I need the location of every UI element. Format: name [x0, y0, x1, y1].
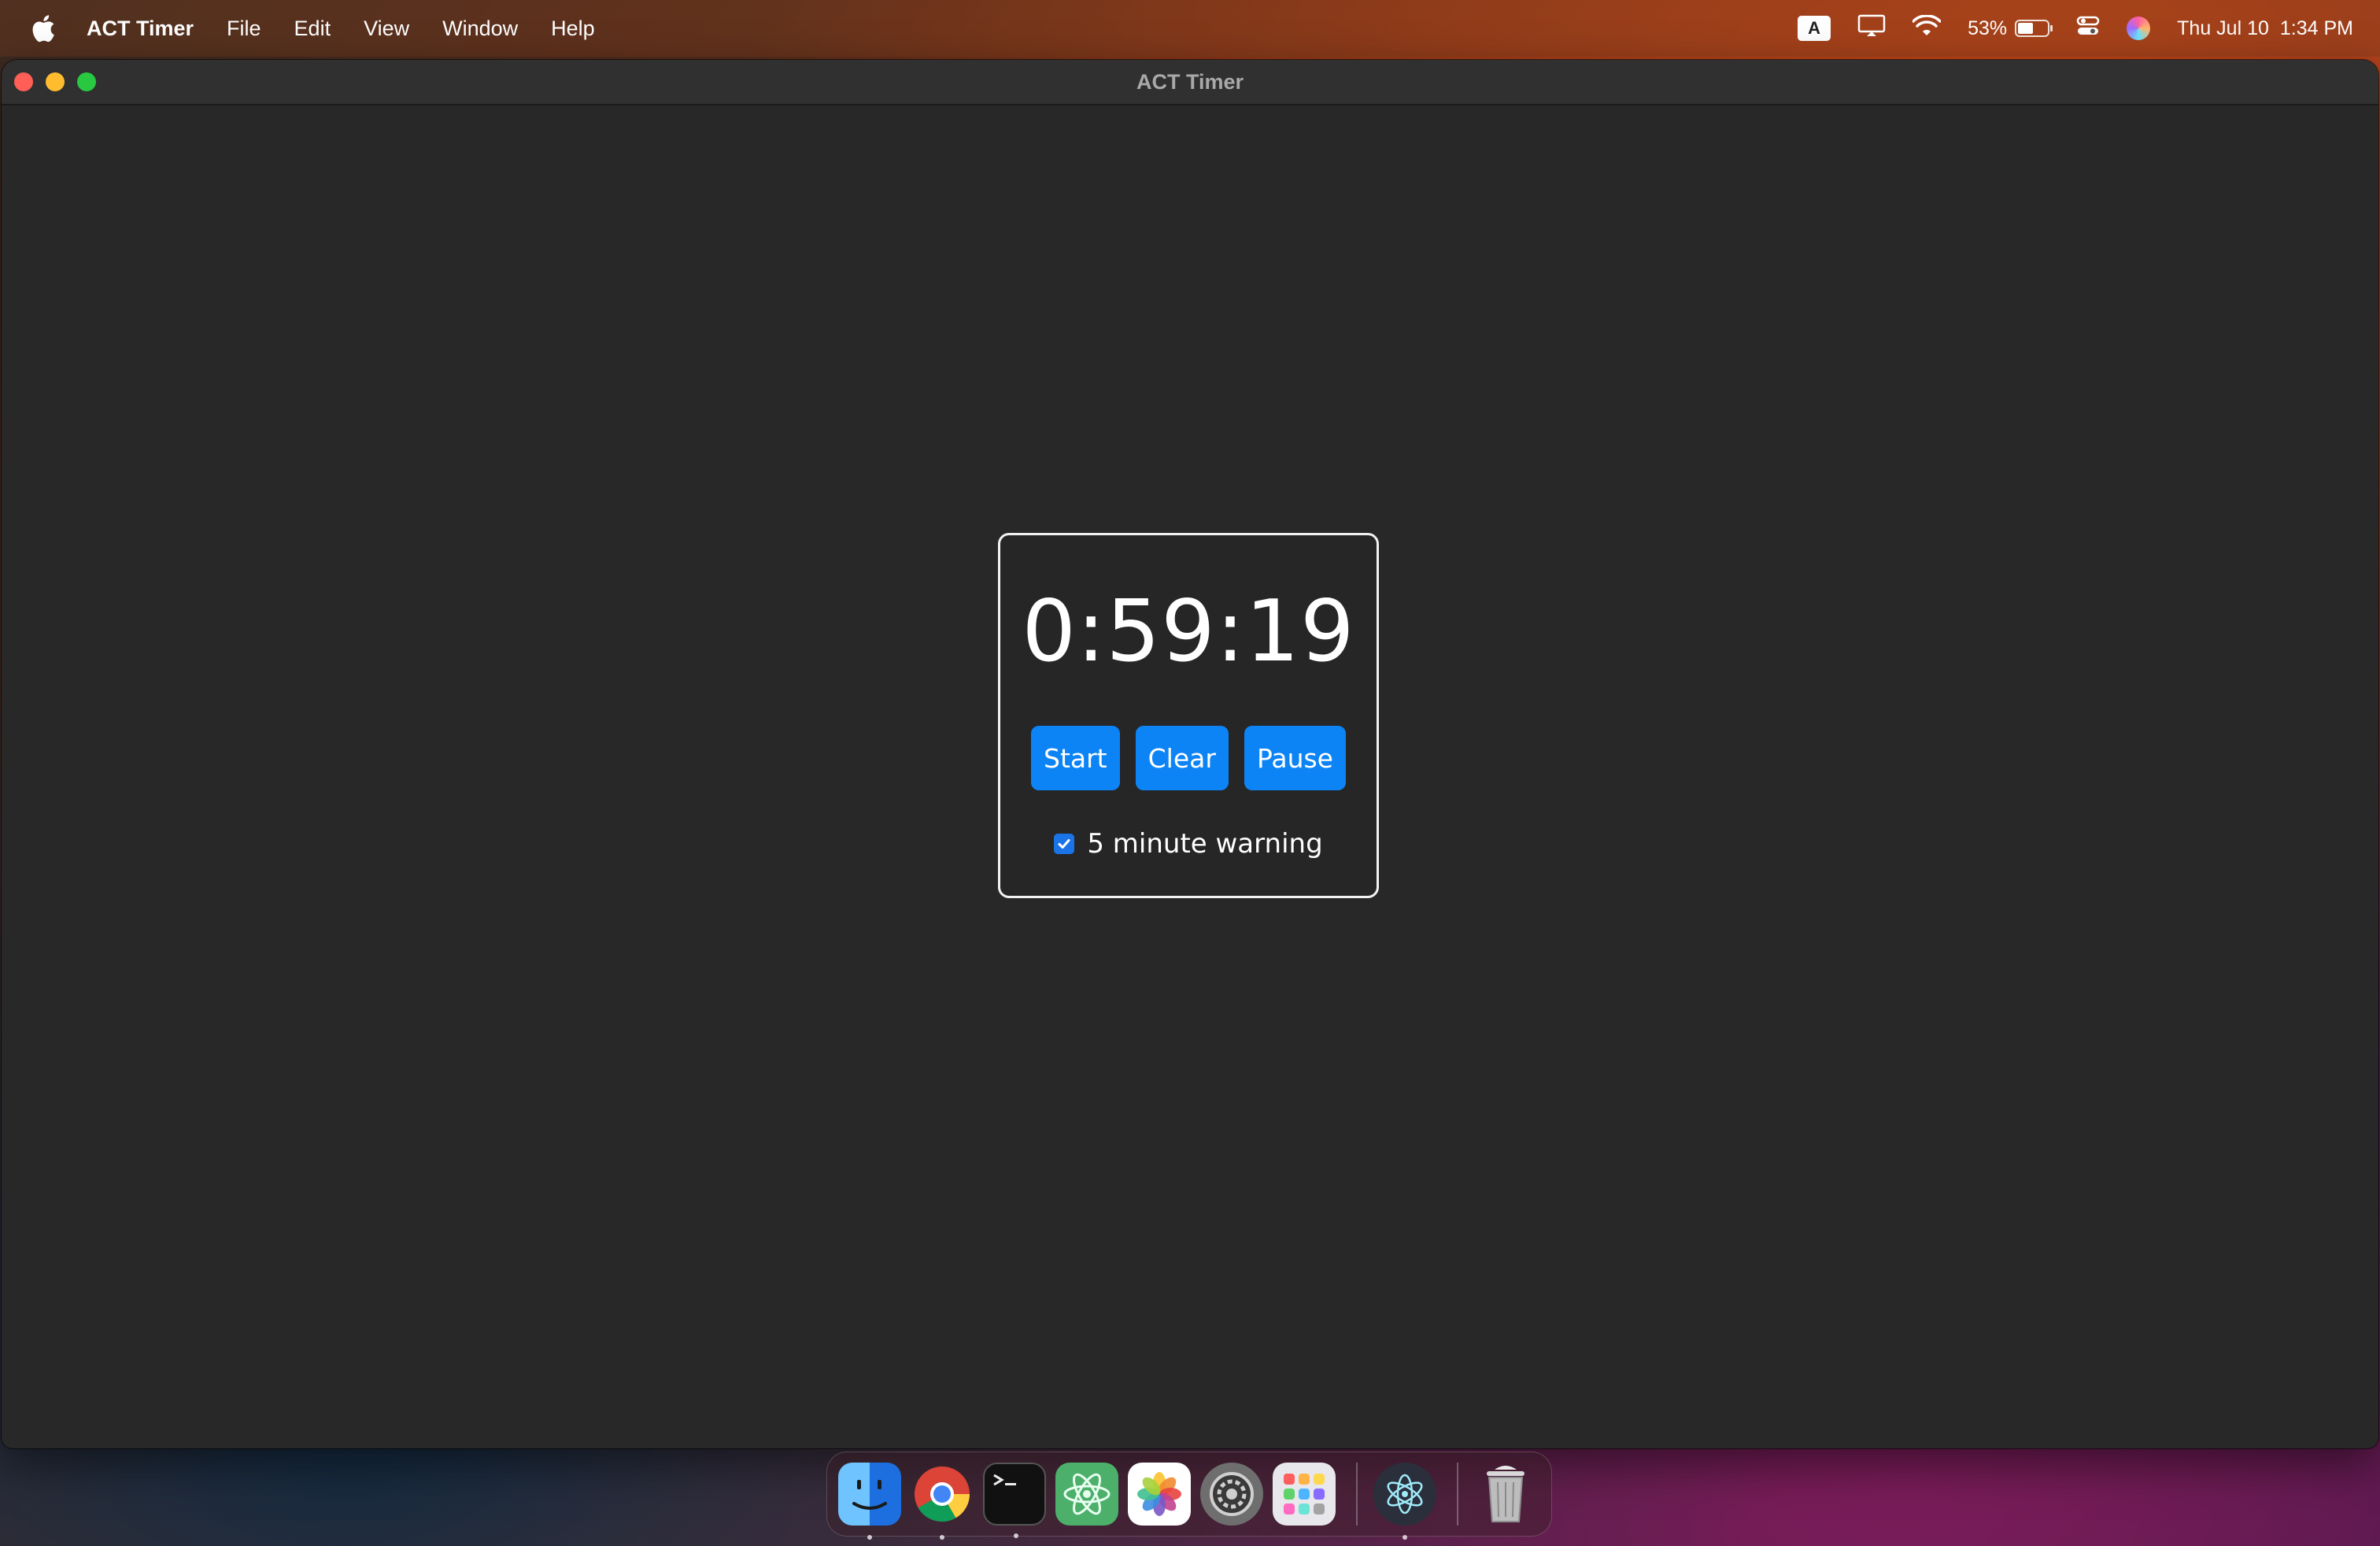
battery-fill	[2018, 23, 2034, 34]
apple-icon[interactable]	[30, 13, 57, 44]
clock-date: Thu Jul 10	[2177, 17, 2269, 39]
warning-checkbox[interactable]	[1054, 834, 1075, 854]
dock-separator	[1356, 1463, 1358, 1526]
window-controls	[14, 72, 96, 91]
system-settings-icon[interactable]	[1200, 1463, 1263, 1526]
dock	[826, 1452, 1552, 1540]
minimize-window-button[interactable]	[46, 72, 65, 91]
trash-icon[interactable]	[1474, 1463, 1537, 1526]
atom-icon[interactable]	[1055, 1463, 1118, 1526]
menu-bar-clock[interactable]: Thu Jul 10 1:34 PM	[2177, 17, 2353, 40]
timer-panel: 0:59:19 Start Clear Pause 5 minute warni…	[998, 533, 1379, 898]
control-center-icon[interactable]	[2076, 15, 2100, 43]
battery-icon	[2015, 20, 2053, 37]
battery-status[interactable]: 53%	[1968, 17, 2053, 40]
wifi-icon[interactable]	[1912, 13, 1942, 43]
start-button[interactable]: Start	[1031, 726, 1120, 790]
pause-button[interactable]: Pause	[1244, 726, 1346, 790]
menu-edit[interactable]: Edit	[294, 17, 331, 41]
photos-icon[interactable]	[1128, 1463, 1191, 1526]
timer-display: 0:59:19	[1022, 583, 1355, 681]
warning-option: 5 minute warning	[1000, 828, 1377, 860]
checkmark-icon	[1058, 839, 1070, 849]
chrome-icon[interactable]	[911, 1463, 974, 1540]
launchpad-icon[interactable]	[1273, 1463, 1336, 1526]
terminal-icon[interactable]	[983, 1463, 1046, 1538]
warning-label[interactable]: 5 minute warning	[1087, 828, 1322, 860]
input-source-indicator[interactable]: A	[1798, 16, 1831, 41]
timer-controls: Start Clear Pause	[1000, 726, 1377, 790]
running-indicator	[1014, 1533, 1018, 1538]
window-titlebar[interactable]: ACT Timer	[2, 60, 2378, 105]
running-indicator	[867, 1535, 872, 1540]
dock-separator	[1457, 1463, 1458, 1526]
electron-icon[interactable]	[1373, 1463, 1436, 1540]
menu-window[interactable]: Window	[442, 17, 518, 41]
zoom-window-button[interactable]	[77, 72, 96, 91]
menu-app-name[interactable]: ACT Timer	[87, 17, 194, 41]
window-title: ACT Timer	[1136, 69, 1244, 94]
siri-icon[interactable]	[2127, 17, 2151, 40]
finder-icon[interactable]	[838, 1463, 901, 1540]
menu-file[interactable]: File	[227, 17, 261, 41]
clock-time: 1:34 PM	[2279, 17, 2353, 39]
clear-button[interactable]: Clear	[1135, 726, 1229, 790]
running-indicator	[940, 1535, 944, 1540]
menu-view[interactable]: View	[364, 17, 409, 41]
display-mirroring-icon[interactable]	[1857, 14, 1886, 43]
menu-help[interactable]: Help	[551, 17, 595, 41]
close-window-button[interactable]	[14, 72, 33, 91]
battery-percent: 53%	[1968, 17, 2008, 39]
running-indicator	[1402, 1535, 1407, 1540]
menu-bar: ACT Timer File Edit View Window Help A 5…	[0, 0, 2380, 57]
